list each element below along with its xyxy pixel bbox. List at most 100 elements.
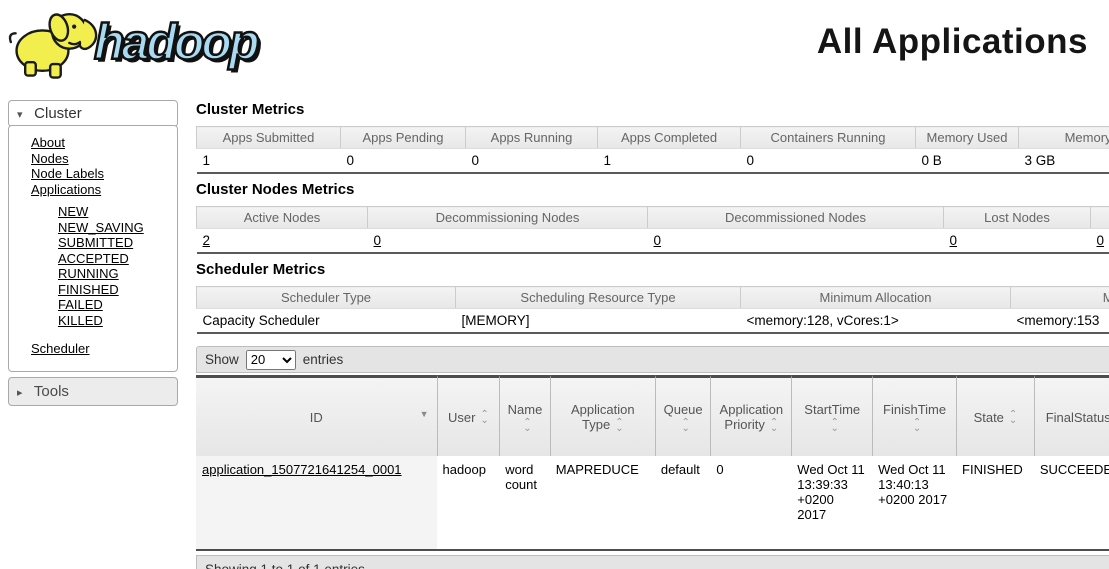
application-finalstatus: SUCCEEDED (1034, 456, 1109, 551)
apps-running-value: 0 (466, 149, 598, 174)
cluster-nav: About Nodes Node Labels Applications NEW… (8, 125, 178, 372)
sort-both-icon: ⌃⌄ (615, 420, 623, 432)
finalstatus-header-label: FinalStatus (1046, 410, 1109, 425)
scheduler-metrics-title: Scheduler Metrics (196, 261, 1109, 278)
sort-header-state[interactable]: State ⌃⌄ (956, 375, 1034, 456)
sort-both-icon: ⌃⌄ (1009, 412, 1017, 424)
sidebar-link-node-labels[interactable]: Node Labels (31, 166, 173, 182)
sort-both-icon: ⌃⌄ (770, 420, 778, 432)
hadoop-logo: hadoop (6, 2, 257, 82)
col-scheduler-type: Scheduler Type (197, 287, 456, 309)
cluster-metrics-table: Apps Submitted Apps Pending Apps Running… (196, 126, 1109, 174)
sort-header-finishtime[interactable]: FinishTime⌃⌄ (872, 375, 956, 456)
application-type-header-label: Application Type (571, 402, 635, 432)
sort-header-starttime[interactable]: StartTime ⌃⌄ (791, 375, 872, 456)
apps-pending-value: 0 (341, 149, 466, 174)
state-header-label: State (974, 410, 1004, 425)
sort-header-name[interactable]: Name ⌃⌄ (499, 375, 550, 456)
sort-header-application-type[interactable]: Application Type⌃⌄ (550, 375, 655, 456)
starttime-header-label: StartTime (804, 402, 860, 417)
sidebar-sublink-finished[interactable]: FINISHED (58, 282, 173, 298)
col-decommissioning-nodes: Decommissioning Nodes (368, 207, 648, 229)
col-containers-running: Containers Running (741, 127, 916, 149)
col-memory-used: Memory Used (916, 127, 1019, 149)
sidebar-section-tools[interactable]: ▸ Tools (8, 377, 178, 406)
page-title: All Applications (817, 22, 1088, 62)
sidebar-link-scheduler[interactable]: Scheduler (31, 341, 173, 357)
decommissioned-nodes-link[interactable]: 0 (654, 233, 662, 248)
entries-label: entries (303, 352, 344, 367)
application-row: application_1507721641254_0001 hadoop wo… (196, 456, 1109, 551)
sidebar-sublink-killed[interactable]: KILLED (58, 313, 173, 329)
cluster-nodes-metrics-row: 2 0 0 0 0 (197, 229, 1109, 254)
user-header-label: User (448, 410, 475, 425)
active-nodes-link[interactable]: 2 (203, 233, 211, 248)
name-header-label: Name (508, 402, 543, 417)
sidebar-sublink-running[interactable]: RUNNING (58, 266, 173, 282)
sidebar-sublink-accepted[interactable]: ACCEPTED (58, 251, 173, 267)
application-finishtime: Wed Oct 11 13:40:13 +0200 2017 (872, 456, 956, 551)
id-header-label: ID (310, 410, 323, 425)
cluster-metrics-row: 1 0 0 1 0 0 B 3 GB (197, 149, 1109, 174)
decommissioning-nodes-link[interactable]: 0 (374, 233, 382, 248)
apps-completed-value: 1 (598, 149, 741, 174)
col-decommissioned-nodes: Decommissioned Nodes (648, 207, 944, 229)
sidebar-section-cluster[interactable]: ▾ Cluster (8, 100, 178, 127)
queue-header-label: Queue (664, 402, 703, 417)
application-type: MAPREDUCE (550, 456, 655, 551)
application-starttime: Wed Oct 11 13:39:33 +0200 2017 (791, 456, 872, 551)
cluster-metrics-title: Cluster Metrics (196, 101, 1109, 118)
col-scheduling-resource-type: Scheduling Resource Type (456, 287, 741, 309)
sort-header-user[interactable]: User⌃⌄ (437, 375, 500, 456)
show-label: Show (205, 352, 239, 367)
col-active-nodes: Active Nodes (197, 207, 368, 229)
sidebar-sublink-new[interactable]: NEW (58, 204, 173, 220)
application-priority: 0 (710, 456, 791, 551)
cluster-section-label: Cluster (34, 105, 82, 122)
col-clipped (1091, 207, 1109, 229)
scheduler-metrics-table: Scheduler Type Scheduling Resource Type … (196, 286, 1109, 334)
sidebar-sublink-new-saving[interactable]: NEW_SAVING (58, 220, 173, 236)
containers-running-value: 0 (741, 149, 916, 174)
page-length-bar: Show 20 entries (196, 346, 1109, 373)
sidebar-link-nodes[interactable]: Nodes (31, 151, 173, 167)
page-length-select[interactable]: 20 (246, 350, 296, 370)
col-minimum-allocation: Minimum Allocation (741, 287, 1011, 309)
sidebar-sublink-failed[interactable]: FAILED (58, 297, 173, 313)
memory-total-value: 3 GB (1019, 149, 1109, 174)
sidebar: ▾ Cluster About Nodes Node Labels Applic… (8, 100, 178, 406)
sort-header-application-priority[interactable]: Application Priority⌃⌄ (710, 375, 791, 456)
col-apps-completed: Apps Completed (598, 127, 741, 149)
applications-datatable: Show 20 entries ID ▼ User⌃⌄ Name⌃⌄ Appli… (196, 346, 1109, 569)
cluster-nodes-metrics-title: Cluster Nodes Metrics (196, 181, 1109, 198)
sort-header-id[interactable]: ID ▼ (196, 375, 437, 456)
sort-both-icon: ⌃⌄ (831, 420, 839, 432)
sidebar-link-about[interactable]: About (31, 135, 173, 151)
tools-section-label: Tools (34, 383, 69, 400)
cluster-nodes-metrics-table: Active Nodes Decommissioning Nodes Decom… (196, 206, 1109, 254)
col-lost-nodes: Lost Nodes (944, 207, 1091, 229)
sidebar-link-applications[interactable]: Applications (31, 182, 173, 198)
scheduler-metrics-row: Capacity Scheduler [MEMORY] <memory:128,… (197, 309, 1109, 334)
application-queue: default (655, 456, 711, 551)
applications-header-row: ID ▼ User⌃⌄ Name⌃⌄ Application Type⌃⌄ Qu… (196, 375, 1109, 456)
application-name: word count (499, 456, 550, 551)
sort-both-icon: ⌃⌄ (523, 420, 531, 432)
hadoop-wordmark: hadoop (94, 13, 257, 71)
hadoop-elephant-icon (6, 2, 102, 82)
sort-header-finalstatus[interactable]: FinalStatus⌃⌄ (1034, 375, 1109, 456)
sidebar-sublink-submitted[interactable]: SUBMITTED (58, 235, 173, 251)
sort-both-icon: ⌃⌄ (913, 420, 921, 432)
caret-right-icon: ▸ (17, 386, 30, 399)
col-apps-submitted: Apps Submitted (197, 127, 341, 149)
lost-nodes-link[interactable]: 0 (950, 233, 958, 248)
clipped-nodes-link[interactable]: 0 (1097, 233, 1105, 248)
memory-used-value: 0 B (916, 149, 1019, 174)
scheduling-resource-type-value: [MEMORY] (456, 309, 741, 334)
table-info-bar: Showing 1 to 1 of 1 entries (196, 555, 1109, 569)
application-user: hadoop (437, 456, 500, 551)
application-id-link[interactable]: application_1507721641254_0001 (202, 462, 402, 477)
sort-header-queue[interactable]: Queue⌃⌄ (655, 375, 711, 456)
application-state: FINISHED (956, 456, 1034, 551)
col-apps-pending: Apps Pending (341, 127, 466, 149)
